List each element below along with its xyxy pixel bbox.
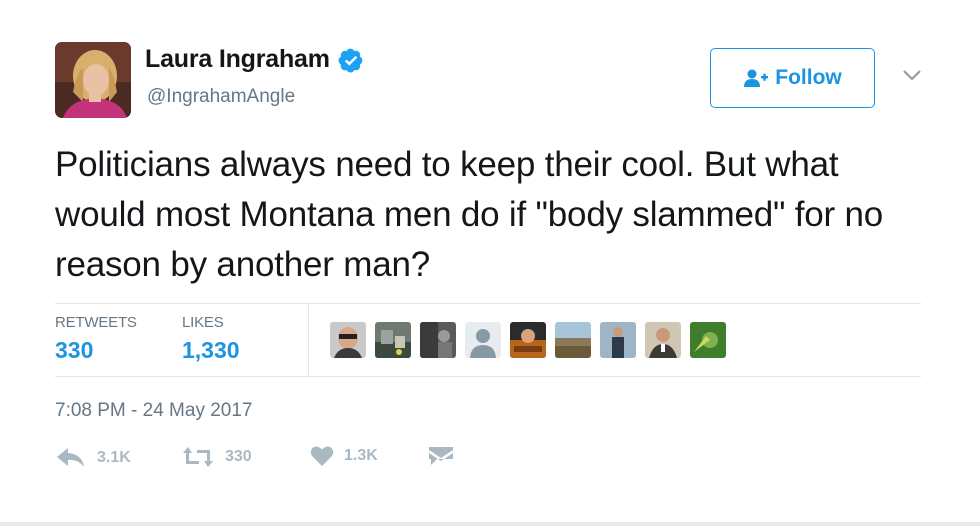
stats-vertical-divider xyxy=(308,303,309,376)
author-name[interactable]: Laura Ingraham xyxy=(145,45,330,74)
liker-avatar-2[interactable] xyxy=(375,322,411,358)
liker-avatar-5[interactable] xyxy=(510,322,546,358)
direct-message-button[interactable] xyxy=(427,445,455,467)
retweets-stat[interactable]: RETWEETS 330 xyxy=(55,314,137,364)
author-name-row: Laura Ingraham xyxy=(145,45,364,74)
liker-avatar-6[interactable] xyxy=(555,322,591,358)
more-options-chevron-down-icon[interactable] xyxy=(902,68,922,82)
avatar-image xyxy=(55,42,131,118)
likes-label: LIKES xyxy=(182,314,224,331)
add-user-icon xyxy=(743,68,769,88)
liker-avatar-3[interactable] xyxy=(420,322,456,358)
retweet-icon xyxy=(181,445,215,469)
card-bottom-border xyxy=(0,522,980,526)
tweet-timestamp[interactable]: 7:08 PM - 24 May 2017 xyxy=(55,400,253,422)
reply-button[interactable]: 3.1K xyxy=(55,445,131,471)
liker-avatar-1[interactable] xyxy=(330,322,366,358)
follow-label: Follow xyxy=(775,66,842,89)
retweets-value: 330 xyxy=(55,337,94,363)
reply-count: 3.1K xyxy=(97,449,131,466)
like-count: 1.3K xyxy=(344,447,378,464)
tweet-text: Politicians always need to keep their co… xyxy=(55,145,884,284)
liker-avatar-8[interactable] xyxy=(645,322,681,358)
stats-bottom-divider xyxy=(55,376,921,377)
author-avatar[interactable] xyxy=(55,42,131,118)
retweets-label: RETWEETS xyxy=(55,314,137,331)
retweet-count: 330 xyxy=(225,448,252,465)
follow-button[interactable]: Follow xyxy=(710,48,875,108)
like-button[interactable]: 1.3K xyxy=(310,445,378,467)
liker-avatars xyxy=(330,322,735,358)
verified-badge-icon xyxy=(338,47,364,73)
liker-avatar-9[interactable] xyxy=(690,322,726,358)
author-handle[interactable]: @IngrahamAngle xyxy=(147,86,295,108)
liker-avatar-4-default-user-icon[interactable] xyxy=(465,322,501,358)
heart-icon xyxy=(310,445,334,467)
liker-avatar-7[interactable] xyxy=(600,322,636,358)
reply-icon xyxy=(55,445,87,471)
likes-stat[interactable]: LIKES 1,330 xyxy=(182,314,240,364)
likes-value: 1,330 xyxy=(182,337,240,363)
envelope-icon xyxy=(427,445,455,467)
tweet-card: Laura Ingraham @IngrahamAngle Follow Pol… xyxy=(0,0,980,526)
stats-top-divider xyxy=(55,303,921,304)
retweet-button[interactable]: 330 xyxy=(181,445,252,469)
